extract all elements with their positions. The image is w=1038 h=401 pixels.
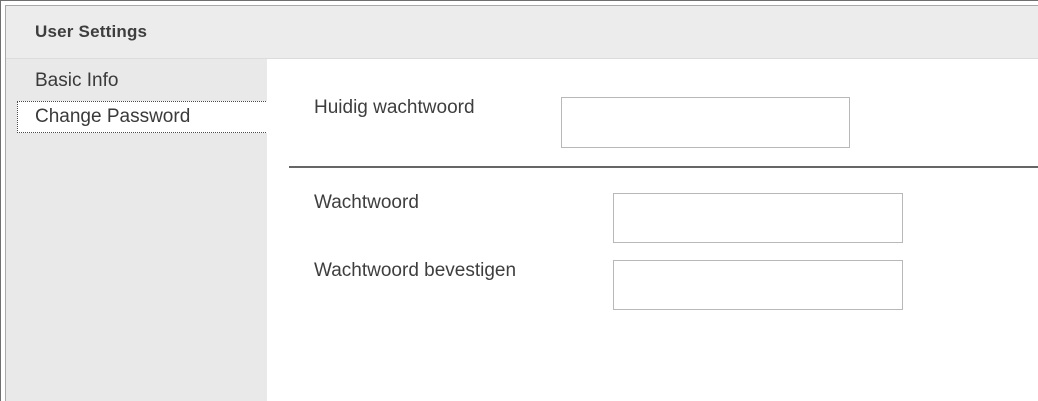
settings-panel: User Settings Basic Info Change Password… [5,5,1038,401]
form-separator [289,166,1038,168]
page-title: User Settings [35,22,148,41]
confirm-password-label: Wachtwoord bevestigen [314,260,517,281]
settings-header: User Settings [6,6,1038,59]
change-password-form: Huidig wachtwoord Wachtwoord Wachtwoord … [267,59,1038,401]
current-password-label: Huidig wachtwoord [314,97,475,118]
confirm-password-input[interactable] [613,260,903,310]
new-password-label: Wachtwoord [314,192,419,213]
settings-sidebar: Basic Info Change Password [6,59,284,401]
new-password-input[interactable] [613,193,903,243]
sidebar-item-change-password[interactable]: Change Password [17,101,284,133]
sidebar-item-basic-info[interactable]: Basic Info [35,70,118,92]
user-settings-window: User Settings Basic Info Change Password… [0,0,1038,401]
current-password-input[interactable] [561,97,850,148]
